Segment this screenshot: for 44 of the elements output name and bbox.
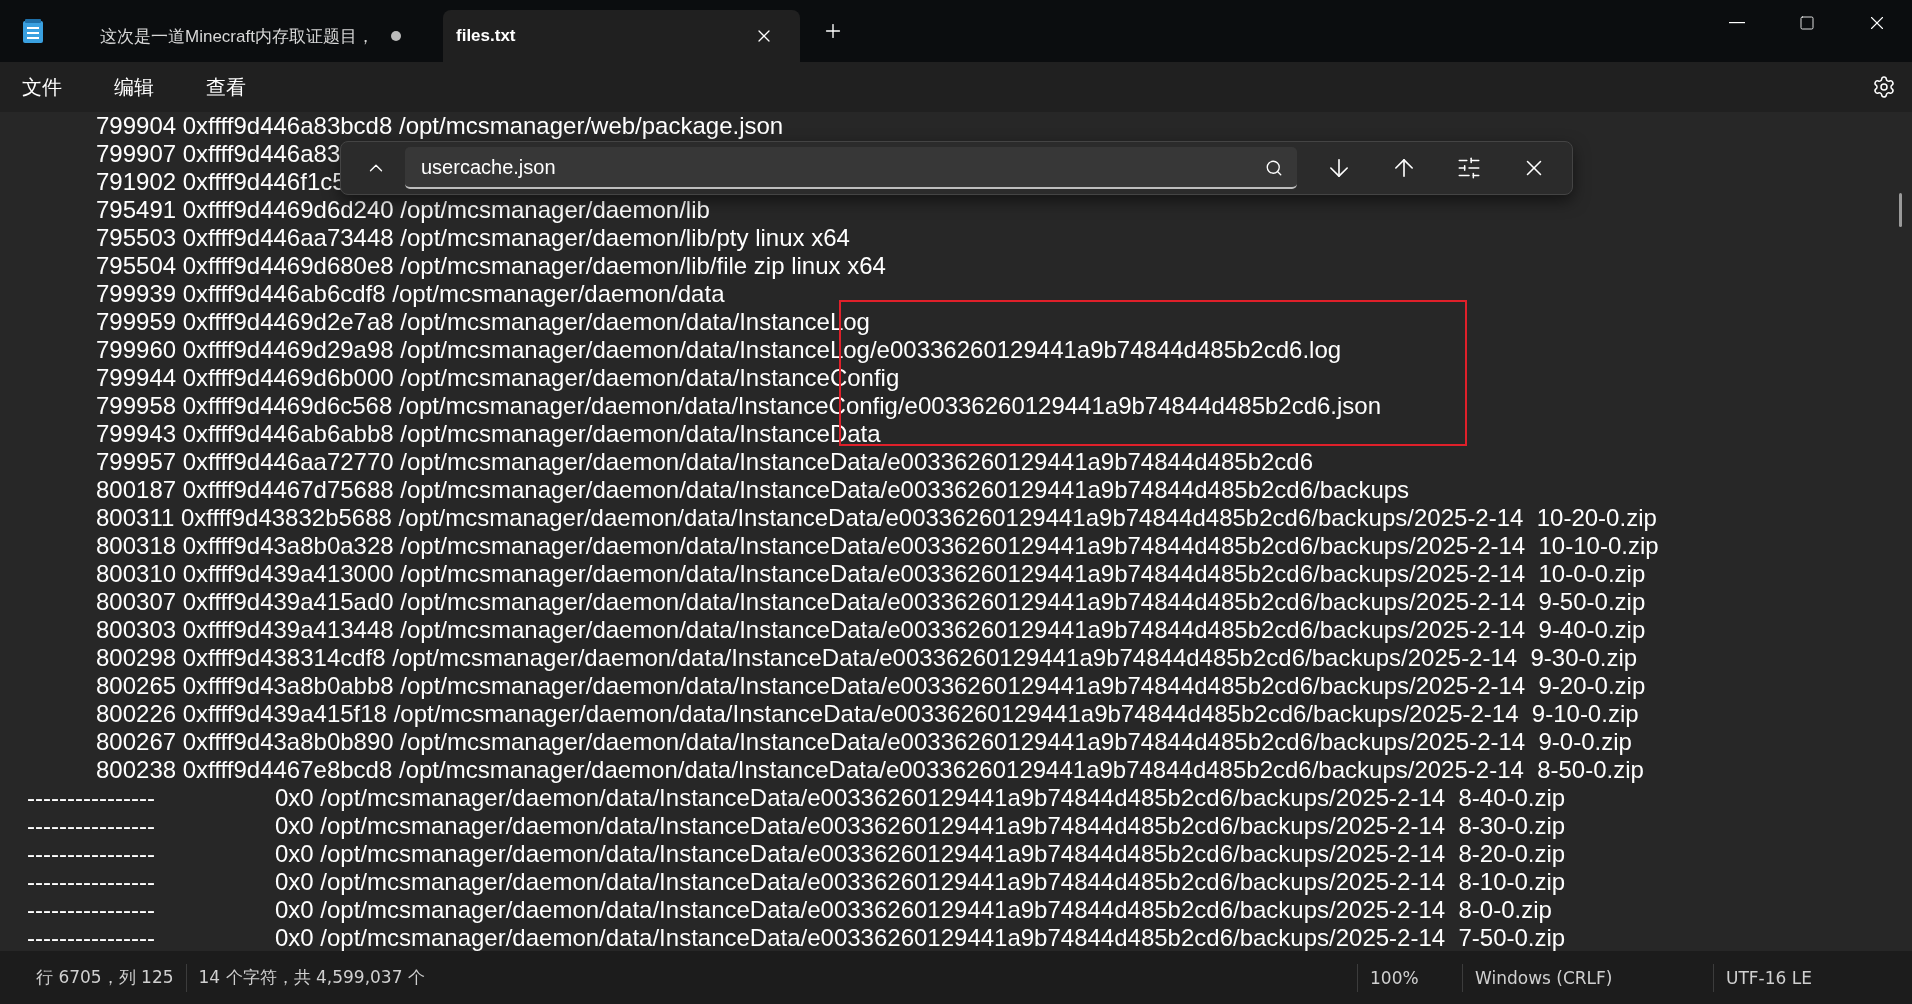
- text-line: 800311 0xffff9d43832b5688 /opt/mcsmanager/daemon/data/InstanceData/e00336260129441a9b74844d485b2cd6/backups/2025-2-14 10-20-0.zip: [95, 504, 1657, 532]
- text-line: 799939 0xffff9d446ab6cdf8 /opt/mcsmanager/daemon/data: [95, 280, 725, 308]
- text-line: 800226 0xffff9d439a415f18 /opt/mcsmanager/daemon/data/InstanceData/e00336260129441a9b74844d485b2cd6/backups/2025-2-14 9-10-0.zip: [95, 700, 1639, 728]
- text-line: 791902 0xffff9d446f1c5: [95, 168, 346, 196]
- text-line: 800307 0xffff9d439a415ad0 /opt/mcsmanager/daemon/data/InstanceData/e00336260129441a9b74844d485b2cd6/backups/2025-2-14 9-50-0.zip: [95, 588, 1646, 616]
- text-line: 795491 0xffff9d4469d6d240 /opt/mcsmanager/daemon/lib: [95, 196, 710, 224]
- tab-title: 这次是一道Minecraft内存取证题目，: [100, 25, 375, 48]
- maximize-icon: [1799, 15, 1815, 31]
- tab[interactable]: files.txt: [443, 10, 800, 62]
- text-line: 799904 0xffff9d446a83bcd8 /opt/mcsmanager/web/package.json: [95, 112, 784, 140]
- cursor-position: 行 6705，列 125: [36, 966, 174, 989]
- text-line: 800310 0xffff9d439a413000 /opt/mcsmanager/daemon/data/InstanceData/e00336260129441a9b74844d485b2cd6/backups/2025-2-14 10-0-0.zip: [95, 560, 1646, 588]
- text-line: ---------------- 0x0 /opt/mcsmanager/daemon/data/InstanceData/e00336260129441a9b74844d485b2cd6/backups/2025-2-14 8-10-0.zip: [26, 868, 1566, 896]
- scrollbar-thumb[interactable]: [1899, 193, 1902, 227]
- text-line: 800267 0xffff9d43a8b0b890 /opt/mcsmanager/daemon/data/InstanceData/e00336260129441a9b74844d485b2cd6/backups/2025-2-14 9-0-0.zip: [95, 728, 1632, 756]
- menu-item[interactable]: 文件: [10, 67, 74, 107]
- menu-item[interactable]: 编辑: [102, 67, 166, 107]
- zoom-level[interactable]: 100%: [1370, 967, 1450, 988]
- tab-title: files.txt: [456, 26, 517, 46]
- text-line: 800187 0xffff9d4467d75688 /opt/mcsmanager/daemon/data/InstanceData/e00336260129441a9b74844d485b2cd6/backups: [95, 476, 1410, 504]
- text-line: 800318 0xffff9d43a8b0a328 /opt/mcsmanager/daemon/data/InstanceData/e00336260129441a9b74844d485b2cd6/backups/2025-2-14 10-10-0.zip: [95, 532, 1659, 560]
- minimize-icon: [1729, 22, 1745, 24]
- menu-item[interactable]: 查看: [194, 67, 258, 107]
- text-line: 800298 0xffff9d438314cdf8 /opt/mcsmanager/daemon/data/InstanceData/e00336260129441a9b74844d485b2cd6/backups/2025-2-14 9-30-0.zip: [95, 644, 1638, 672]
- text-line: ---------------- 0x0 /opt/mcsmanager/daemon/data/InstanceData/e00336260129441a9b74844d485b2cd6/backups/2025-2-14 7-50-0.zip: [26, 924, 1566, 951]
- text-line: ---------------- 0x0 /opt/mcsmanager/daemon/data/InstanceData/e00336260129441a9b74844d485b2cd6/backups/2025-2-14 8-0-0.zip: [26, 896, 1552, 924]
- tab[interactable]: 这次是一道Minecraft内存取证题目，: [80, 10, 437, 62]
- encoding[interactable]: UTF-16 LE: [1726, 967, 1912, 988]
- text-line: 800265 0xffff9d43a8b0abb8 /opt/mcsmanager/daemon/data/InstanceData/e00336260129441a9b74844d485b2cd6/backups/2025-2-14 9-20-0.zip: [95, 672, 1646, 700]
- find-field[interactable]: usercache.json: [405, 147, 1297, 189]
- text-line: 795504 0xffff9d4469d680e8 /opt/mcsmanager/daemon/lib/file zip linux x64: [95, 252, 886, 280]
- search-icon[interactable]: [1264, 159, 1283, 177]
- text-line: 799907 0xffff9d446a83: [95, 140, 341, 168]
- gear-icon: [1872, 75, 1896, 99]
- notepad-icon: [22, 18, 44, 44]
- text-line: 800238 0xffff9d4467e8bcd8 /opt/mcsmanager/daemon/data/InstanceData/e00336260129441a9b74844d485b2cd6/backups/2025-2-14 8-50-0.zip: [95, 756, 1644, 784]
- line-ending[interactable]: Windows (CRLF): [1475, 967, 1701, 988]
- text-line: ---------------- 0x0 /opt/mcsmanager/daemon/data/InstanceData/e00336260129441a9b74844d485b2cd6/backups/2025-2-14 8-40-0.zip: [26, 784, 1566, 812]
- text-line: ---------------- 0x0 /opt/mcsmanager/daemon/data/InstanceData/e00336260129441a9b74844d485b2cd6/backups/2025-2-14 8-20-0.zip: [26, 840, 1566, 868]
- text-line: ---------------- 0x0 /opt/mcsmanager/daemon/data/InstanceData/e00336260129441a9b74844d485b2cd6/backups/2025-2-14 8-30-0.zip: [26, 812, 1566, 840]
- character-count: 14 个字符，共 4,599,037 个: [198, 966, 425, 989]
- text-line: 800303 0xffff9d439a413448 /opt/mcsmanager/daemon/data/InstanceData/e00336260129441a9b74844d485b2cd6/backups/2025-2-14 9-40-0.zip: [95, 616, 1646, 644]
- text-line: 799957 0xffff9d446aa72770 /opt/mcsmanager/daemon/data/InstanceData/e00336260129441a9b74844d485b2cd6: [95, 448, 1314, 476]
- text-line: 795503 0xffff9d446aa73448 /opt/mcsmanager/daemon/lib/pty linux x64: [95, 224, 850, 252]
